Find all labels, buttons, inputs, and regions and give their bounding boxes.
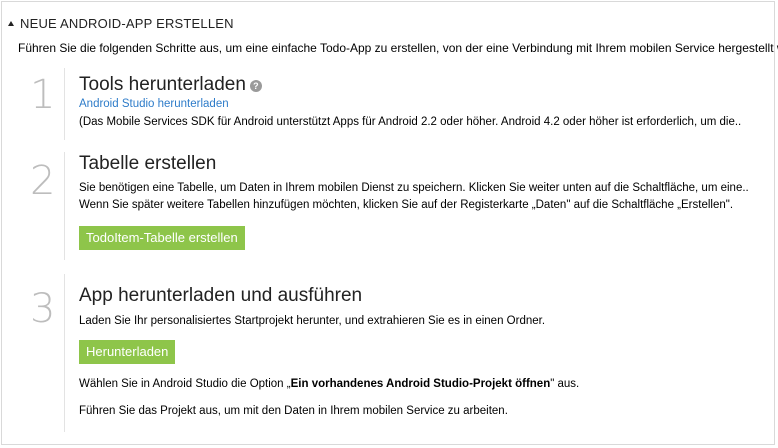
step-divider <box>64 152 65 260</box>
step-description-line1: Sie benötigen eine Tabelle, um Daten in … <box>79 182 749 194</box>
line2-suffix: " aus. <box>550 378 580 390</box>
step-divider <box>64 68 65 140</box>
new-android-app-panel: NEUE ANDROID-APP ERSTELLEN Führen Sie di… <box>1 1 778 445</box>
line2-prefix: Wählen Sie in Android Studio die Option … <box>79 378 291 390</box>
step-description-line3: Führen Sie das Projekt aus, um mit den D… <box>79 405 508 417</box>
step-number: 3 <box>30 286 56 332</box>
step-description-line1: Laden Sie Ihr personalisiertes Startproj… <box>79 315 546 327</box>
step-description-line2: Wählen Sie in Android Studio die Option … <box>79 378 579 390</box>
android-studio-download-link[interactable]: Android Studio herunterladen <box>79 98 229 110</box>
create-todoitem-table-button[interactable]: TodoItem-Tabelle erstellen <box>79 226 245 250</box>
download-button[interactable]: Herunterladen <box>79 340 176 364</box>
panel-header[interactable]: NEUE ANDROID-APP ERSTELLEN <box>8 14 234 32</box>
step-title: Tabelle erstellen <box>79 153 217 174</box>
intro-text: Führen Sie die folgenden Schritte aus, u… <box>18 41 778 55</box>
step-divider <box>64 274 65 432</box>
step-number: 2 <box>30 158 56 204</box>
line2-bold-option: Ein vorhandenes Android Studio-Projekt ö… <box>290 378 551 390</box>
help-icon[interactable]: ? <box>249 80 262 92</box>
step-description-line2: Wenn Sie später weitere Tabellen hinzufü… <box>79 199 734 211</box>
step-title-text: Tools herunterladen <box>79 74 246 95</box>
step-title: App herunterladen und ausführen <box>79 285 363 306</box>
collapse-triangle-icon[interactable] <box>8 20 14 26</box>
step-note: (Das Mobile Services SDK für Android unt… <box>79 116 742 128</box>
step-number: 1 <box>30 72 56 118</box>
step-title: Tools herunterladen ? <box>79 74 262 96</box>
panel-title: NEUE ANDROID-APP ERSTELLEN <box>20 15 234 31</box>
